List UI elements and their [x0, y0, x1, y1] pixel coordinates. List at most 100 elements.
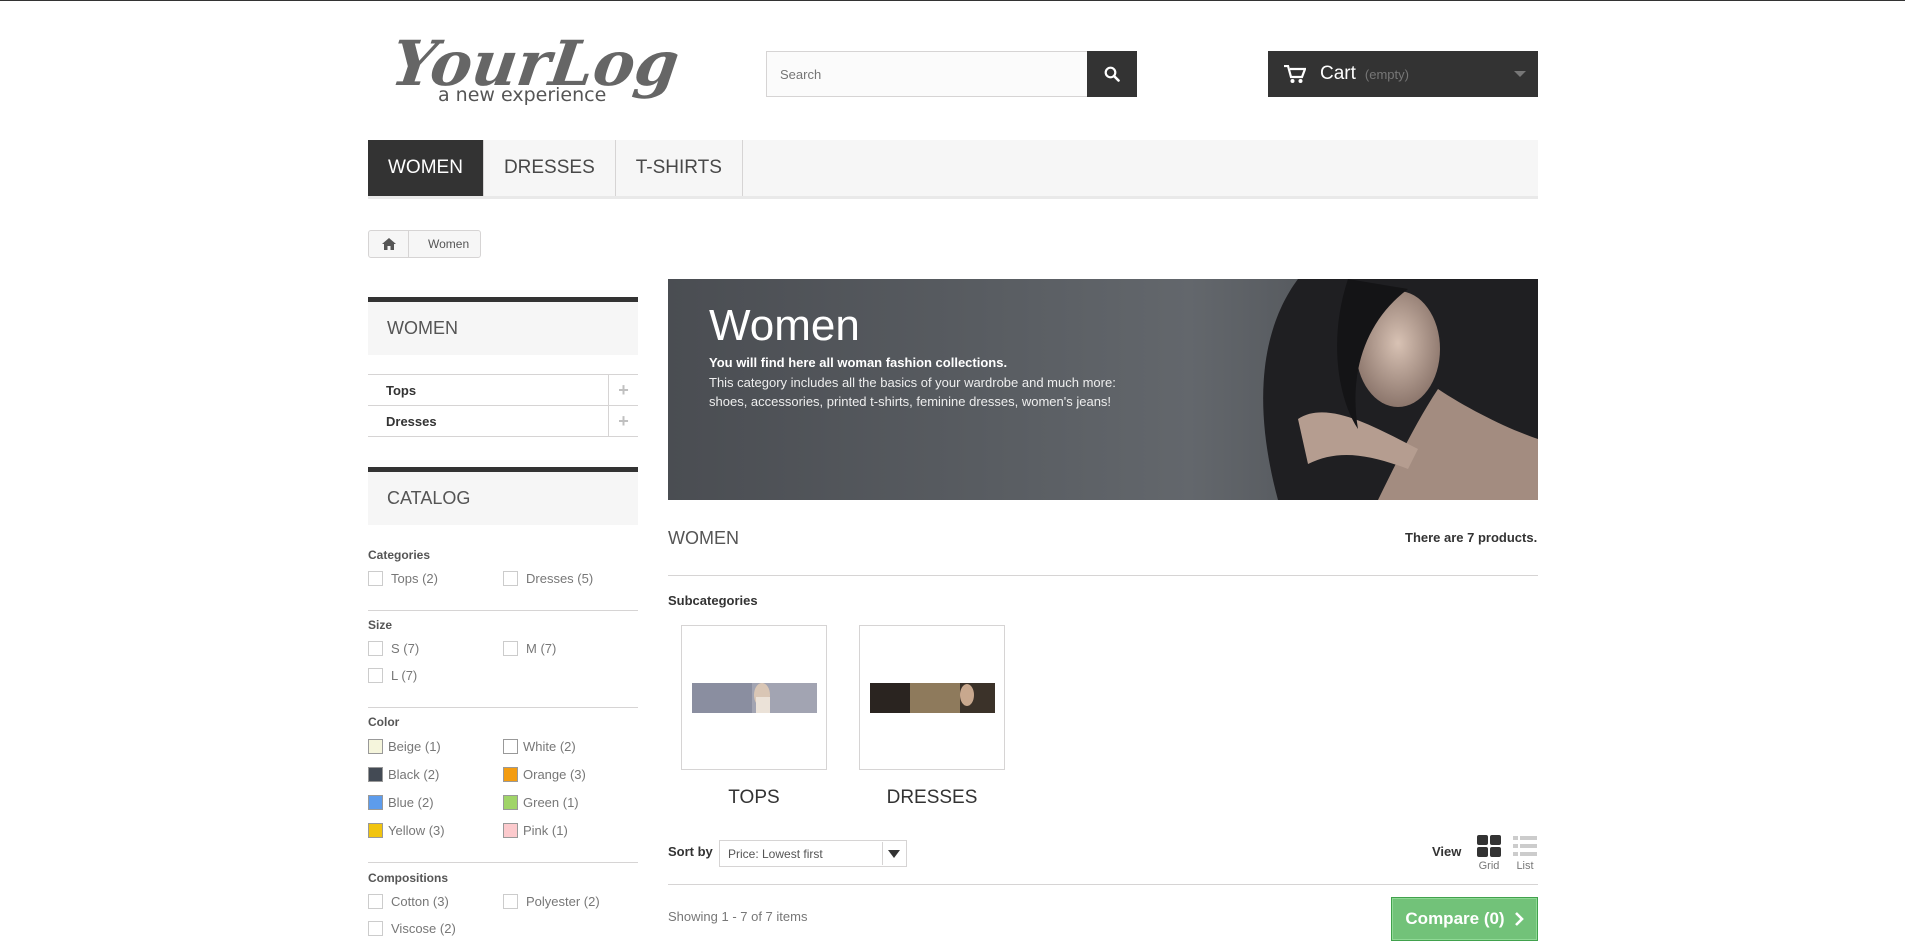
cart-label: Cart: [1320, 63, 1356, 84]
menu-item-dresses[interactable]: Dresses: [484, 140, 616, 196]
filter-categories-label: Categories: [368, 548, 431, 562]
filter-option-label: Tops (2): [391, 571, 438, 586]
category-item-dresses[interactable]: Dresses +: [368, 406, 638, 437]
divider: [368, 610, 638, 611]
color-filter-label: Green (1): [523, 795, 579, 810]
menu-item-women[interactable]: Women: [368, 140, 484, 196]
view-grid-button[interactable]: Grid: [1474, 835, 1504, 872]
menu-item-tshirts[interactable]: T-shirts: [616, 140, 743, 196]
color-swatch[interactable]: [503, 823, 518, 838]
checkbox[interactable]: [368, 894, 383, 909]
filter-option-size-m[interactable]: M (7): [503, 641, 556, 656]
search-button[interactable]: [1087, 51, 1137, 97]
sort-dropdown-toggle[interactable]: [882, 842, 905, 865]
compare-button[interactable]: Compare (0): [1391, 897, 1538, 941]
color-swatch[interactable]: [368, 739, 383, 754]
category-item-label: Dresses: [386, 413, 437, 429]
checkbox[interactable]: [503, 571, 518, 586]
checkbox[interactable]: [368, 921, 383, 936]
filter-option-label: Dresses (5): [526, 571, 594, 586]
color-swatch[interactable]: [368, 795, 383, 810]
color-swatch[interactable]: [503, 767, 518, 782]
subcategory-card-dresses[interactable]: [859, 625, 1005, 770]
color-filter-option[interactable]: Black (2): [368, 767, 439, 782]
expand-plus-icon[interactable]: +: [608, 406, 638, 436]
color-filter-option[interactable]: Pink (1): [503, 823, 568, 838]
home-icon: [381, 238, 396, 250]
sort-select[interactable]: Price: Lowest first: [719, 840, 907, 867]
breadcrumb-home[interactable]: [369, 231, 409, 257]
subcategory-image-tops[interactable]: [692, 683, 817, 713]
filter-option-label: M (7): [526, 641, 557, 656]
checkbox[interactable]: [368, 641, 383, 656]
search-icon: [1104, 66, 1120, 82]
chevron-down-icon[interactable]: [1514, 71, 1526, 77]
filter-option-label: L (7): [391, 668, 418, 683]
subcategory-card-tops[interactable]: [681, 625, 827, 770]
filter-option-tops[interactable]: Tops (2): [368, 571, 438, 586]
filter-option-size-l[interactable]: L (7): [368, 668, 417, 683]
filter-color-label: Color: [368, 715, 400, 729]
checkbox[interactable]: [503, 641, 518, 656]
chevron-right-icon: [1514, 912, 1524, 926]
category-item-label: Tops: [386, 382, 417, 398]
filter-option-size-s[interactable]: S (7): [368, 641, 419, 656]
color-swatch[interactable]: [368, 823, 383, 838]
cart-status: (empty): [1364, 66, 1409, 82]
banner-title: Women: [709, 301, 860, 350]
color-filter-label: Orange (3): [523, 767, 586, 782]
cart-button[interactable]: Cart (empty): [1268, 51, 1538, 97]
color-swatch[interactable]: [503, 795, 518, 810]
catalog-block-title: Catalog: [368, 467, 638, 525]
color-filter-label: Yellow (3): [388, 823, 445, 838]
view-list-button[interactable]: List: [1510, 835, 1540, 872]
checkbox[interactable]: [368, 571, 383, 586]
color-filter-label: Blue (2): [388, 795, 434, 810]
subcategory-image-dresses[interactable]: [870, 683, 995, 713]
color-filter-label: Beige (1): [388, 739, 441, 754]
sort-selected-value: Price: Lowest first: [728, 846, 823, 861]
search-bar: [766, 51, 1137, 97]
filter-option-label: Polyester (2): [526, 894, 600, 909]
caret-down-icon: [888, 849, 900, 858]
divider: [668, 575, 1538, 576]
main-menu: Women Dresses T-shirts: [368, 140, 1538, 199]
color-filter-option[interactable]: Blue (2): [368, 795, 434, 810]
category-item-tops[interactable]: Tops +: [368, 375, 638, 406]
category-block-title[interactable]: Women: [368, 297, 638, 355]
subcategory-name-tops[interactable]: Tops: [681, 787, 827, 809]
color-filter-option[interactable]: Beige (1): [368, 739, 441, 754]
filter-option-dresses[interactable]: Dresses (5): [503, 571, 593, 586]
logo-graphic: YourLogo a new experience: [387, 27, 725, 106]
filter-option-viscose[interactable]: Viscose (2): [368, 921, 456, 936]
view-list-label: List: [1516, 860, 1534, 872]
checkbox[interactable]: [368, 668, 383, 683]
color-filter-label: White (2): [523, 739, 576, 754]
filter-option-label: Cotton (3): [391, 894, 449, 909]
color-swatch[interactable]: [368, 767, 383, 782]
expand-plus-icon[interactable]: +: [608, 375, 638, 405]
breadcrumb-current: Women: [428, 237, 470, 251]
color-filter-option[interactable]: White (2): [503, 739, 576, 754]
site-logo[interactable]: YourLogo a new experience: [387, 23, 725, 109]
banner-description: This category includes all the basics of…: [709, 375, 1116, 409]
color-filter-option[interactable]: Green (1): [503, 795, 579, 810]
list-icon: [1513, 836, 1537, 856]
shopping-cart-icon: [1284, 64, 1306, 83]
search-input[interactable]: [766, 51, 1087, 97]
subcategory-name-dresses[interactable]: Dresses: [859, 787, 1005, 809]
filter-option-polyester[interactable]: Polyester (2): [503, 894, 600, 909]
color-swatch[interactable]: [503, 739, 518, 754]
filter-option-label: Viscose (2): [391, 921, 456, 936]
filter-option-cotton[interactable]: Cotton (3): [368, 894, 449, 909]
category-banner: Women You will find here all woman fashi…: [668, 279, 1538, 500]
divider: [368, 707, 638, 708]
subcategories-heading: Subcategories: [668, 593, 758, 608]
filter-compositions-label: Compositions: [368, 871, 448, 885]
color-filter-option[interactable]: Orange (3): [503, 767, 586, 782]
divider: [368, 862, 638, 863]
checkbox[interactable]: [503, 894, 518, 909]
color-filter-option[interactable]: Yellow (3): [368, 823, 445, 838]
banner-lead: You will find here all woman fashion col…: [709, 355, 1008, 370]
breadcrumb: Women: [368, 230, 482, 258]
